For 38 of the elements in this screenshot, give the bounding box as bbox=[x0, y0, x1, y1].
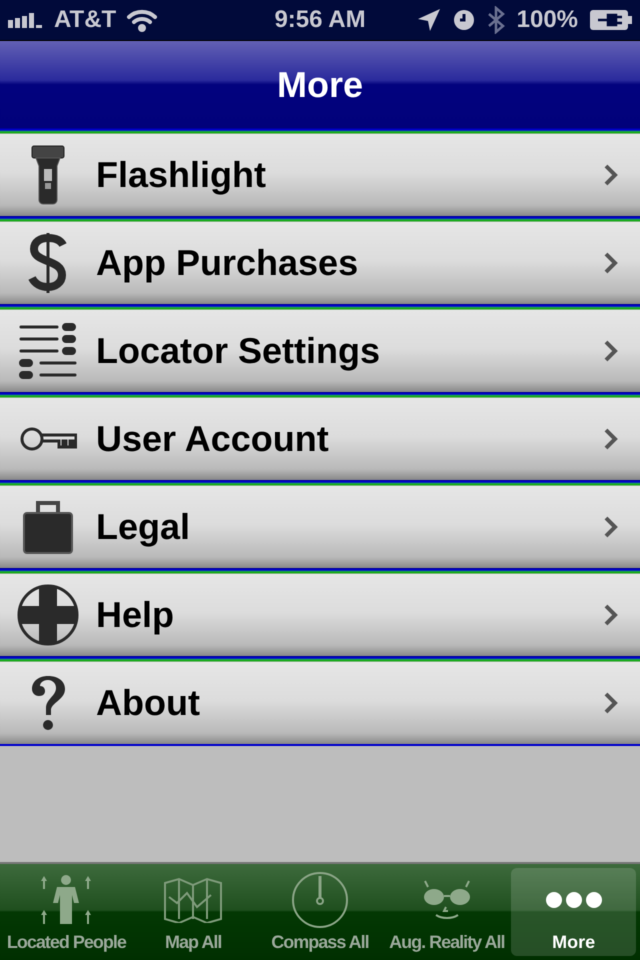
battery-charging-icon bbox=[590, 9, 632, 31]
flashlight-icon bbox=[30, 145, 66, 205]
chevron-icon bbox=[604, 164, 618, 186]
chevron-icon bbox=[604, 516, 618, 538]
signal-icon bbox=[8, 12, 44, 28]
tab-bar-item[interactable]: Compass All bbox=[258, 868, 382, 956]
medical-cross-icon bbox=[17, 584, 79, 646]
tab-bar-item[interactable]: Located People bbox=[4, 868, 129, 956]
menu-row[interactable]: About bbox=[0, 656, 640, 744]
menu-row[interactable]: User Account bbox=[0, 392, 640, 480]
chevron-icon bbox=[604, 428, 618, 450]
alarm-clock-icon bbox=[452, 9, 475, 31]
menu-row[interactable]: Legal bbox=[0, 480, 640, 568]
clock-time: 9:56 AM bbox=[274, 6, 366, 34]
more-dots-icon bbox=[544, 890, 604, 910]
menu-row[interactable]: Help bbox=[0, 568, 640, 656]
key-icon bbox=[19, 426, 77, 452]
menu-row[interactable]: App Purchases bbox=[0, 216, 640, 304]
menu-row[interactable]: Locator Settings bbox=[0, 304, 640, 392]
list-icon bbox=[19, 323, 77, 379]
chevron-icon bbox=[604, 604, 618, 626]
tab-bar-item[interactable]: More bbox=[511, 868, 636, 956]
carrier-name: AT&T bbox=[54, 6, 116, 34]
wifi-icon bbox=[126, 8, 158, 32]
location-arrow-icon bbox=[416, 8, 441, 32]
person-icon bbox=[40, 874, 92, 926]
chevron-icon bbox=[604, 340, 618, 362]
menu-row[interactable]: Flashlight bbox=[0, 128, 640, 216]
chevron-icon bbox=[604, 692, 618, 714]
tab-bar-item[interactable]: Aug. Reality All bbox=[384, 868, 510, 956]
chevron-icon bbox=[604, 252, 618, 274]
tab-bar-item[interactable]: Map All bbox=[130, 868, 256, 956]
compass-icon bbox=[290, 870, 350, 930]
battery-percent: 100% bbox=[516, 6, 578, 34]
screen-title: More bbox=[276, 64, 363, 106]
map-icon bbox=[163, 877, 224, 923]
bluetooth-icon bbox=[486, 6, 505, 34]
briefcase-icon bbox=[22, 499, 74, 555]
